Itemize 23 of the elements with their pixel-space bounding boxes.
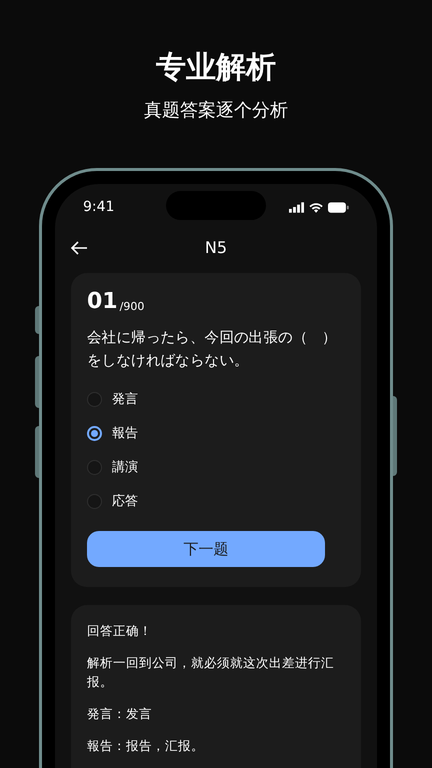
- wifi-icon: [309, 202, 324, 212]
- radio-button[interactable]: [87, 392, 102, 407]
- signal-icon: [289, 202, 304, 212]
- explanation-text: 報告：报告，汇报。: [87, 737, 205, 755]
- radio-button[interactable]: [87, 494, 102, 509]
- explanation-text: 回答正确！: [87, 622, 153, 640]
- status-time: 9:41: [83, 198, 116, 216]
- subtitle: 真题答案逐个分析: [144, 99, 288, 123]
- radio-button[interactable]: [87, 460, 102, 475]
- option-label: 報告: [112, 424, 138, 443]
- explanation-text: 解析一回到公司，就必须就这次出差进行汇报。: [87, 654, 335, 691]
- option-label: 応答: [112, 492, 138, 511]
- question-total: /900: [120, 299, 144, 315]
- option-label: 講演: [112, 458, 138, 477]
- headline: 专业解析: [156, 49, 276, 87]
- question-number: 01: [87, 289, 118, 315]
- option-label: 発言: [112, 390, 138, 409]
- battery-icon: [328, 202, 349, 212]
- explanation-text: 発言：发言: [87, 705, 153, 723]
- next-button[interactable]: 下一题: [87, 531, 325, 567]
- screen-title: N5: [204, 237, 228, 259]
- question-text: 会社に帰ったら、今回の出張の（ ）をしなければならない。: [87, 329, 338, 371]
- radio-button[interactable]: [87, 426, 102, 441]
